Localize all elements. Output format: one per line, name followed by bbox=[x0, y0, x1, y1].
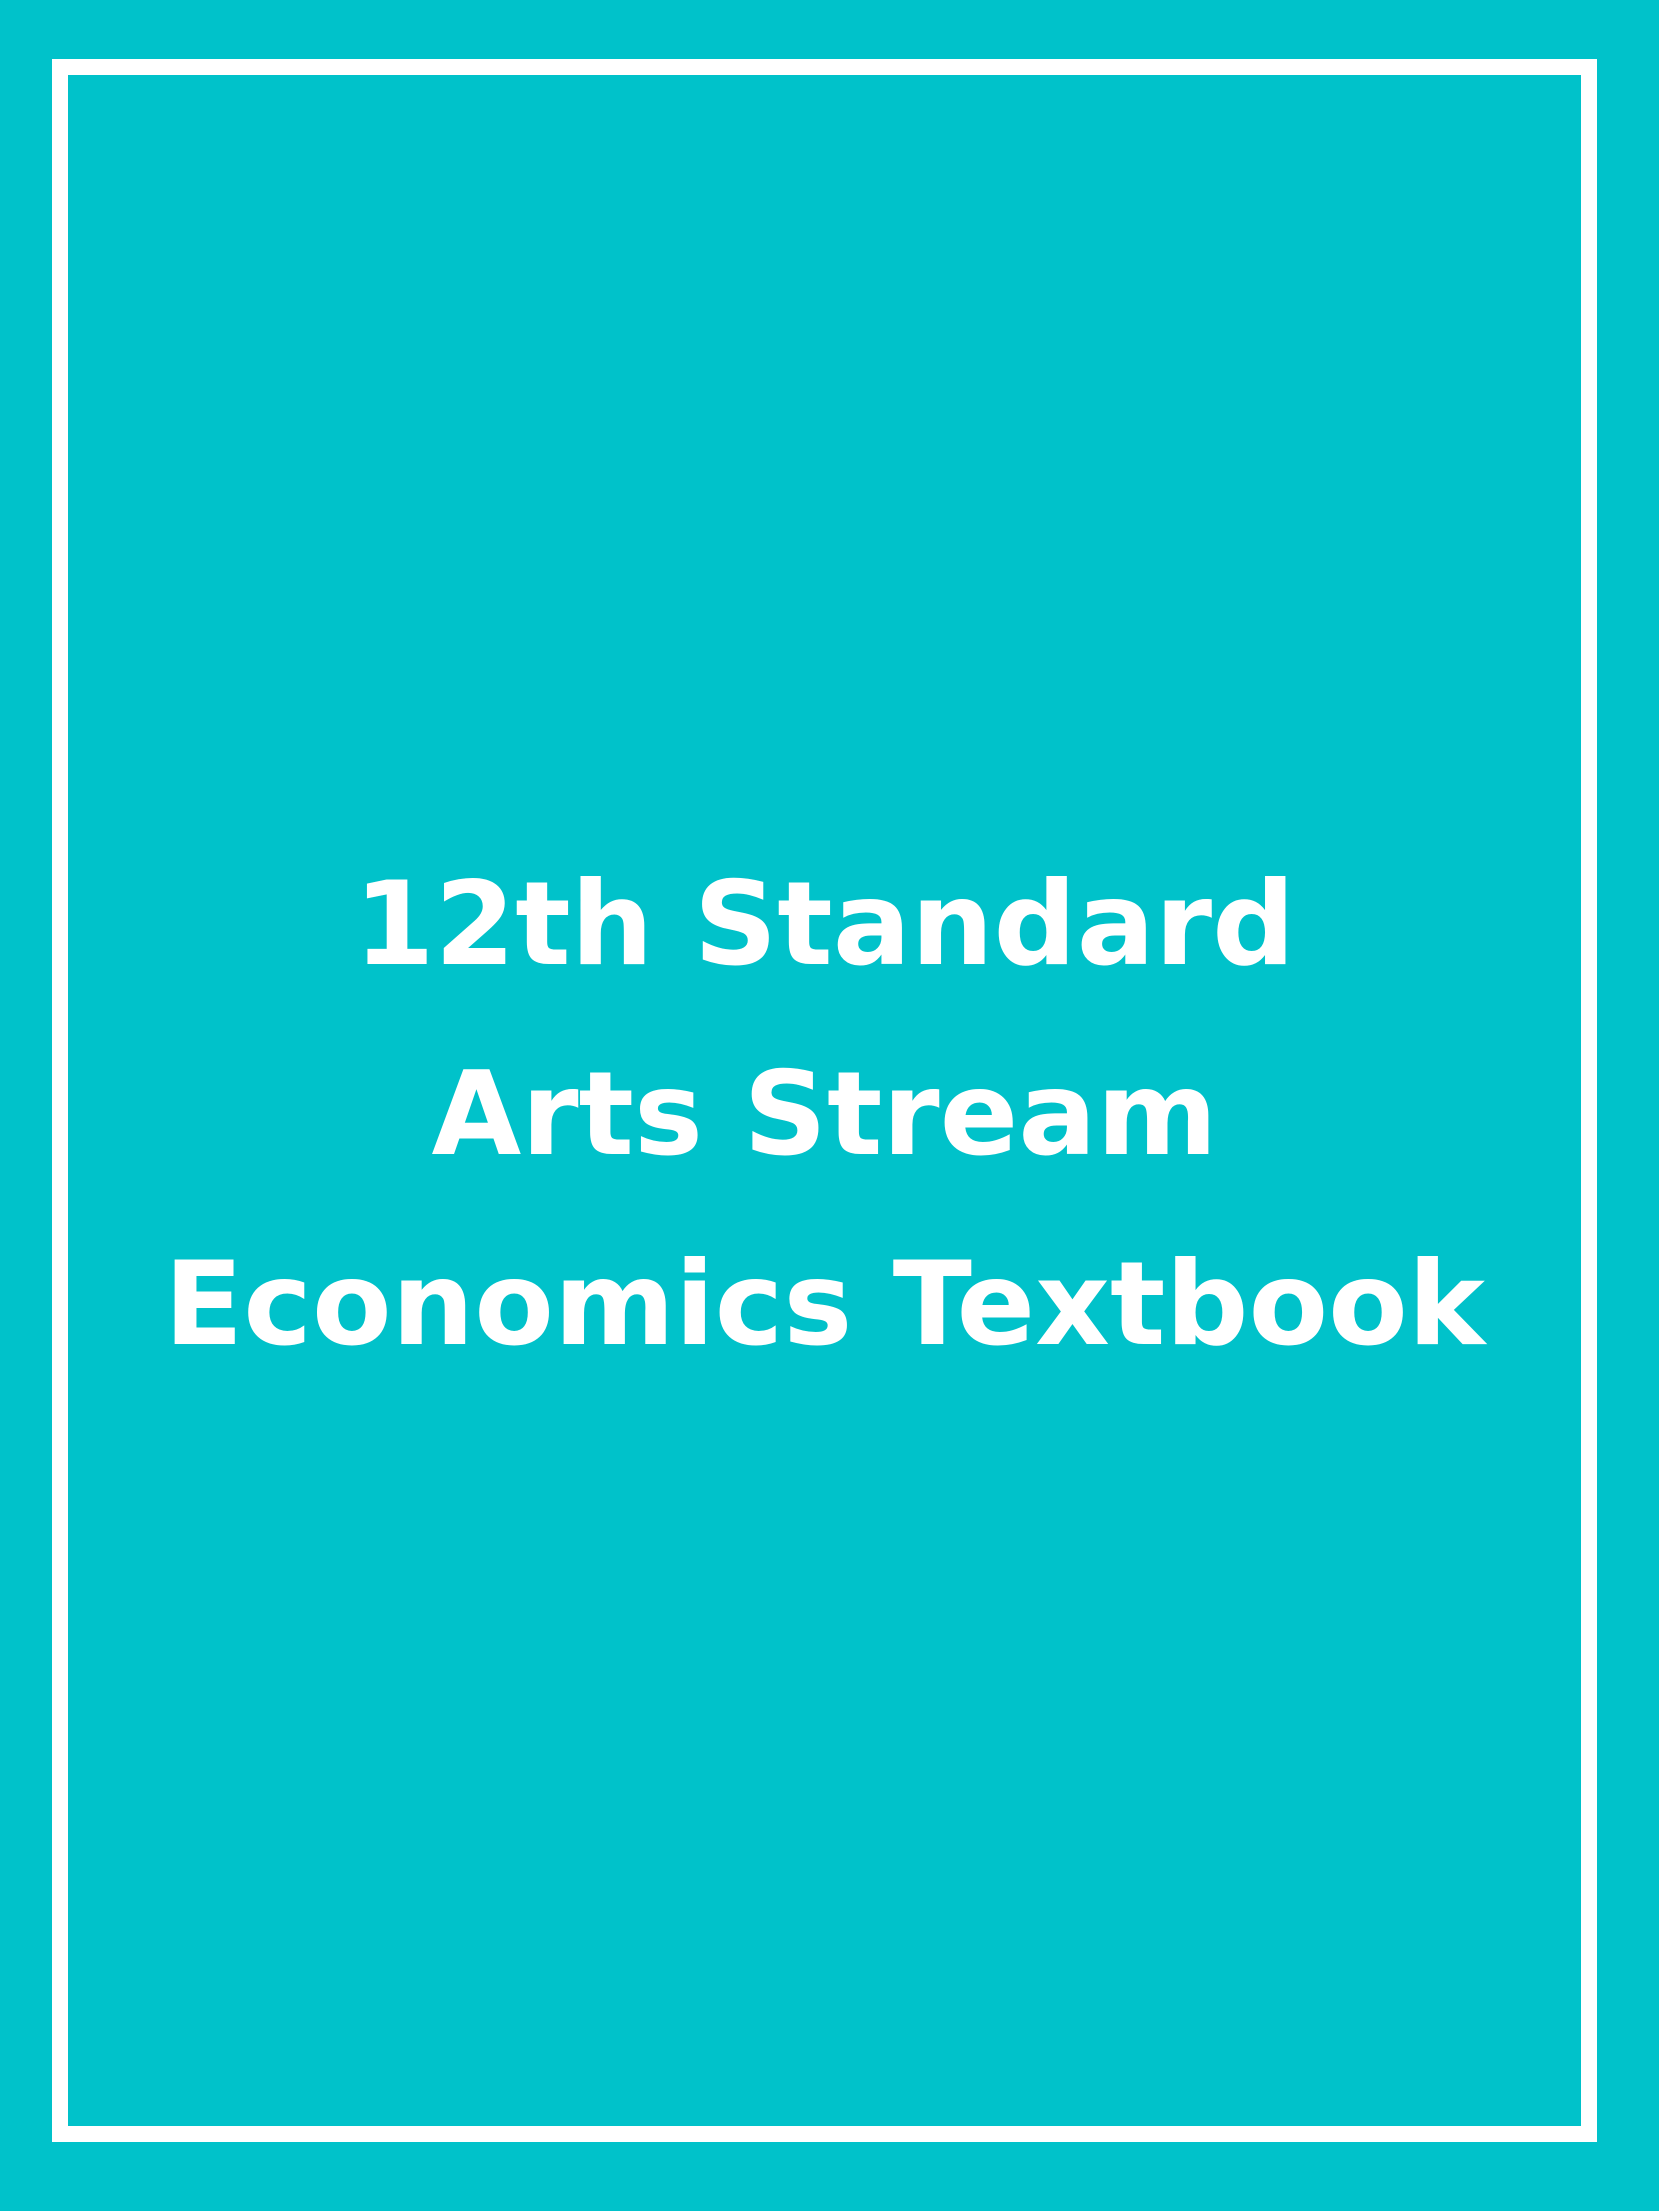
title-line-grade: 12th Standard bbox=[353, 857, 1296, 992]
title-line-stream: Arts Stream bbox=[431, 1047, 1218, 1182]
title-line-subject: Economics Textbook bbox=[163, 1237, 1486, 1372]
cover-title: 12th Standard Arts Stream Economics Text… bbox=[52, 830, 1597, 1400]
book-cover: 12th Standard Arts Stream Economics Text… bbox=[0, 0, 1659, 2211]
